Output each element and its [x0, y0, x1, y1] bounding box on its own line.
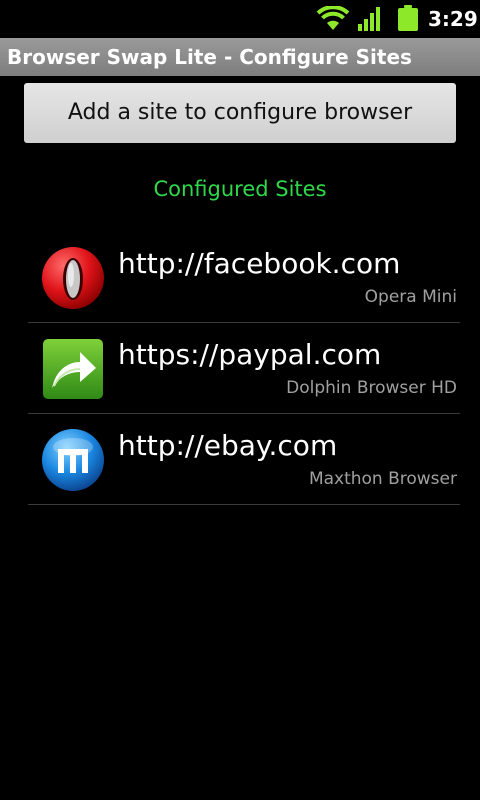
site-list-item[interactable]: http://ebay.com Maxthon Browser: [28, 414, 460, 505]
site-list: http://facebook.com Opera Mini https://p…: [28, 232, 460, 505]
browser-name: Dolphin Browser HD: [286, 378, 457, 398]
add-site-button[interactable]: Add a site to configure browser: [24, 83, 456, 143]
browser-name: Opera Mini: [364, 287, 457, 307]
browser-name: Maxthon Browser: [308, 469, 457, 489]
dolphin-browser-icon: [43, 339, 103, 399]
wifi-icon: [316, 6, 350, 30]
configured-sites-heading: Configured Sites: [153, 177, 327, 201]
site-url: https://paypal.com: [118, 338, 382, 371]
status-time: 3:29: [428, 7, 478, 31]
title-bar: Browser Swap Lite - Configure Sites: [0, 38, 480, 76]
site-list-item[interactable]: http://facebook.com Opera Mini: [28, 232, 460, 323]
site-list-item[interactable]: https://paypal.com Dolphin Browser HD: [28, 323, 460, 414]
site-url: http://ebay.com: [118, 429, 338, 462]
status-bar: 3:29: [0, 0, 480, 38]
opera-mini-icon: [42, 247, 104, 309]
signal-icon: [358, 7, 380, 31]
site-url: http://facebook.com: [118, 247, 401, 280]
maxthon-browser-icon: [42, 429, 104, 491]
app-title: Browser Swap Lite - Configure Sites: [7, 45, 412, 69]
battery-icon: [398, 5, 418, 31]
